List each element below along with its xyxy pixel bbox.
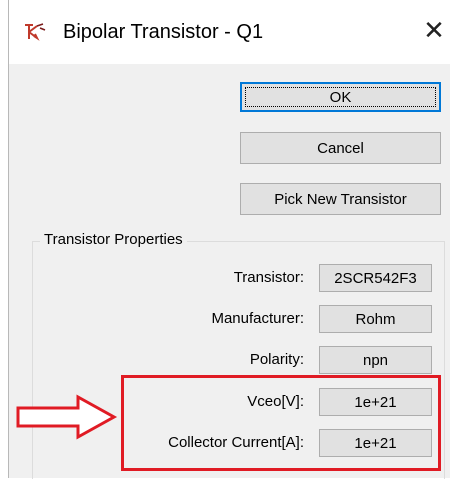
manufacturer-label: Manufacturer: [211, 310, 304, 327]
ok-button[interactable]: OK [240, 82, 441, 112]
close-button[interactable]: ✕ [419, 14, 449, 48]
window-title: Bipolar Transistor - Q1 [63, 21, 264, 43]
close-icon: ✕ [423, 16, 445, 46]
polarity-label: Polarity: [249, 351, 304, 368]
group-title: Transistor Properties [40, 230, 187, 250]
cancel-button-label: Cancel [317, 139, 364, 157]
pick-new-transistor-button[interactable]: Pick New Transistor [240, 183, 441, 215]
highlight-rectangle [121, 375, 441, 471]
transistor-value-button[interactable]: 2SCR542F3 [319, 264, 432, 292]
transistor-value: 2SCR542F3 [334, 269, 417, 287]
focus-rectangle [245, 87, 436, 107]
right-arrow-icon [16, 394, 118, 440]
polarity-value-button[interactable]: npn [319, 346, 432, 374]
pick-new-transistor-label: Pick New Transistor [274, 190, 407, 208]
transistor-label: Transistor: [233, 269, 304, 286]
title-bar[interactable]: Bipolar Transistor - Q1 ✕ [9, 0, 450, 64]
transistor-app-icon [25, 23, 46, 41]
manufacturer-value-button[interactable]: Rohm [319, 305, 432, 333]
cancel-button[interactable]: Cancel [240, 132, 441, 164]
polarity-value: npn [362, 351, 389, 369]
manufacturer-value: Rohm [355, 310, 396, 328]
